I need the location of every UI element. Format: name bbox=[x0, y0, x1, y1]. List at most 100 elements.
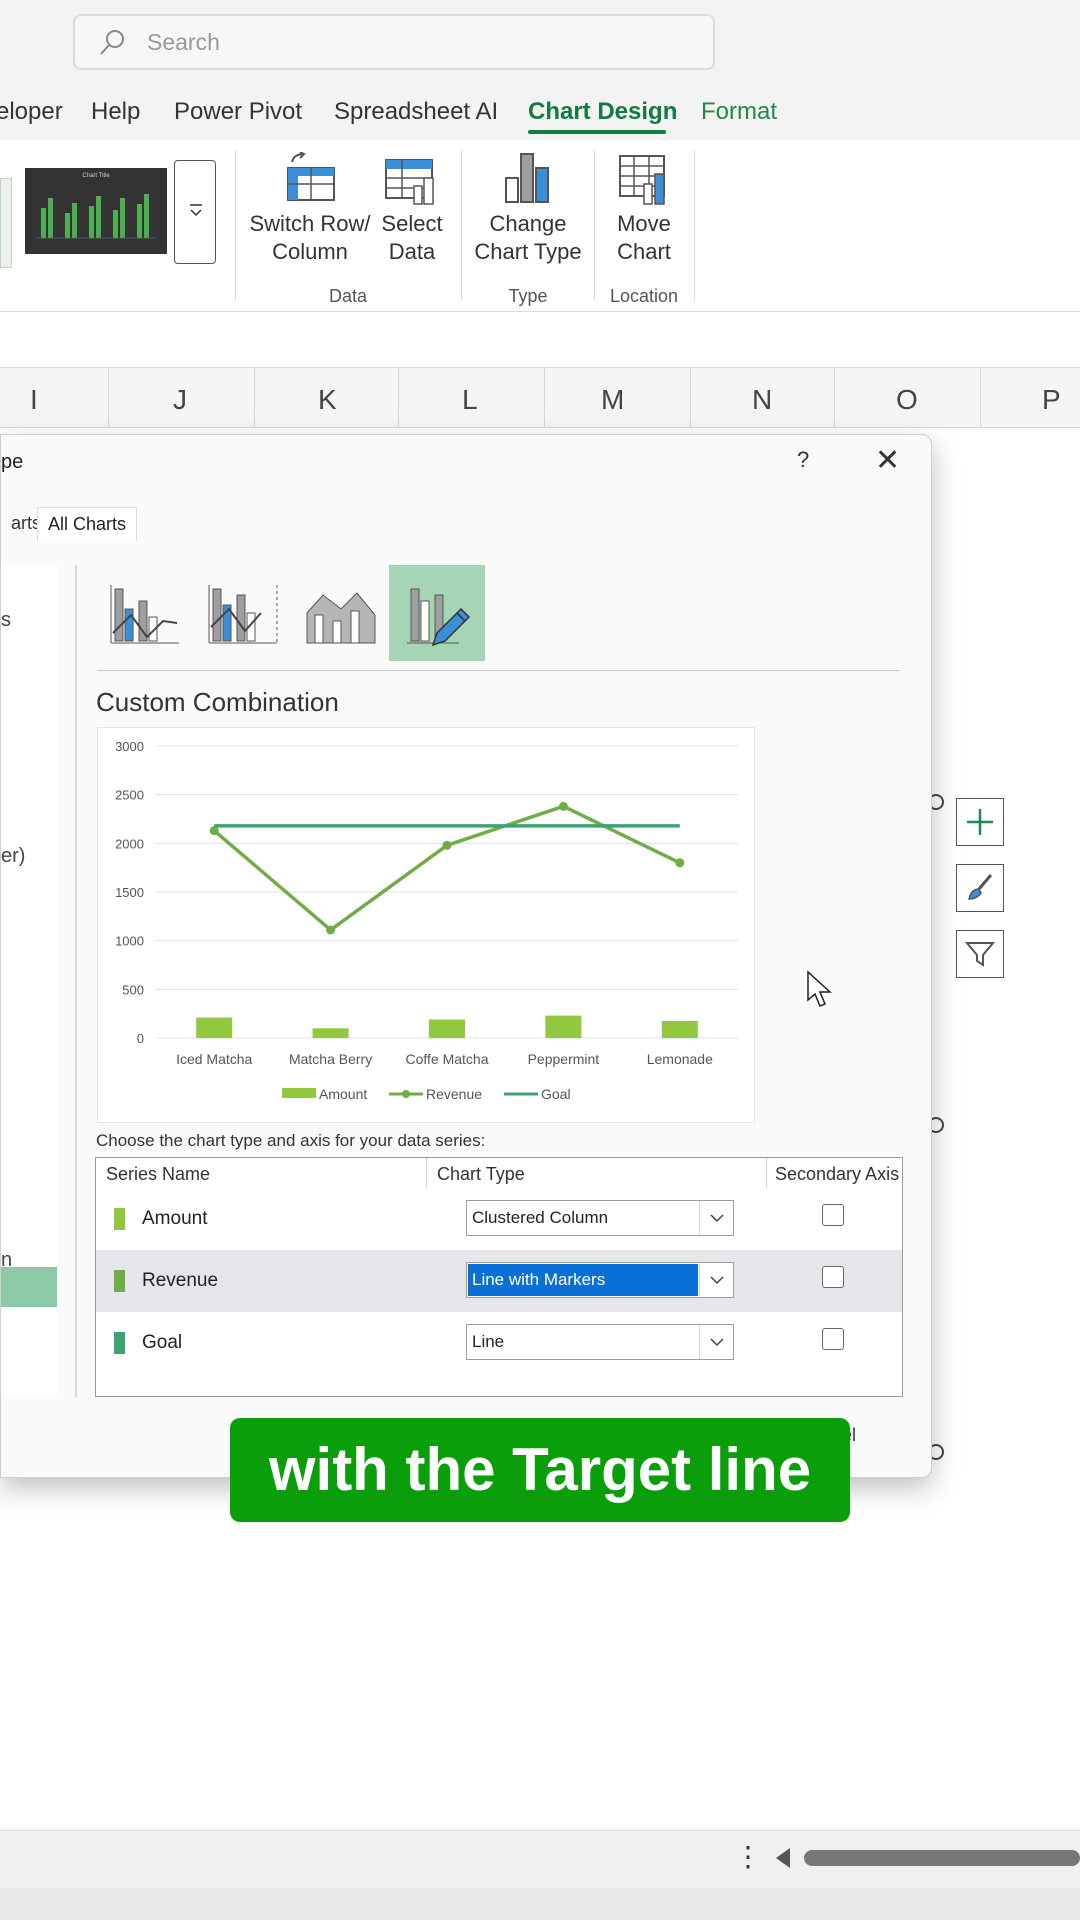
combo-clustered-column-line-thumb[interactable] bbox=[97, 565, 193, 661]
menu-developer[interactable]: eloper bbox=[0, 98, 63, 126]
menu-power-pivot[interactable]: Power Pivot bbox=[174, 98, 302, 126]
y-tick-label: 3000 bbox=[115, 739, 144, 754]
marker-revenue bbox=[326, 925, 336, 935]
chart-category-item[interactable]: s bbox=[1, 609, 11, 632]
select-data-label-1: Select bbox=[381, 211, 443, 236]
x-tick-label: Lemonade bbox=[647, 1051, 713, 1067]
bottom-strip bbox=[0, 1888, 1080, 1920]
menu-format[interactable]: Format bbox=[701, 98, 777, 126]
custom-combination-pencil-icon bbox=[407, 588, 471, 647]
series-color-swatch bbox=[114, 1332, 125, 1354]
chart-type-dropdown[interactable]: Line bbox=[466, 1324, 734, 1360]
bar-amount bbox=[661, 1020, 698, 1038]
mouse-cursor-icon bbox=[807, 970, 832, 1007]
legend-swatch bbox=[282, 1088, 316, 1098]
chart-category-selected[interactable] bbox=[1, 1267, 57, 1307]
tab-all-charts[interactable]: All Charts bbox=[37, 507, 138, 541]
chart-styles-button[interactable] bbox=[956, 864, 1004, 912]
chevron-down-icon bbox=[710, 1276, 724, 1285]
x-tick-label: Peppermint bbox=[528, 1051, 600, 1067]
series-color-swatch bbox=[114, 1270, 125, 1292]
plus-icon bbox=[967, 809, 993, 835]
legend-label: Revenue bbox=[426, 1086, 482, 1102]
help-button[interactable]: ? bbox=[797, 447, 809, 473]
series-name: Goal bbox=[142, 1332, 183, 1353]
table-row[interactable]: Revenue Line with Markers bbox=[96, 1250, 902, 1312]
change-chart-type-button[interactable]: Change Chart Type bbox=[470, 140, 586, 280]
chevron-down-icon bbox=[710, 1338, 724, 1347]
switch-row-column-button[interactable]: Switch Row/ Column bbox=[248, 140, 372, 310]
column-header-l[interactable]: L bbox=[462, 384, 478, 416]
secondary-axis-header: Secondary Axis bbox=[775, 1164, 900, 1184]
search-box[interactable]: Search bbox=[73, 14, 715, 70]
choose-chart-type-instructions: Choose the chart type and axis for your … bbox=[96, 1131, 486, 1150]
change-chart-type-dialog: pe ? ✕ arts All Charts s er) n nisker bbox=[0, 434, 932, 1478]
series-color-swatch bbox=[114, 1208, 125, 1230]
change-chart-type-icon bbox=[505, 153, 549, 203]
combo-chart-icon bbox=[110, 585, 179, 644]
chart-elements-button[interactable] bbox=[956, 798, 1004, 846]
menu-chart-design[interactable]: Chart Design bbox=[528, 98, 677, 126]
close-button[interactable]: ✕ bbox=[875, 443, 900, 478]
secondary-axis-checkbox[interactable] bbox=[822, 1204, 844, 1226]
chart-filters-button[interactable] bbox=[956, 930, 1004, 978]
column-header-j[interactable]: J bbox=[173, 384, 187, 416]
series-name-header: Series Name bbox=[106, 1164, 211, 1184]
video-caption: with the Target line bbox=[230, 1418, 850, 1522]
series-name: Revenue bbox=[142, 1270, 219, 1291]
column-header-p[interactable]: P bbox=[1042, 384, 1061, 416]
table-row[interactable]: Goal Line bbox=[96, 1312, 902, 1374]
chart-type-header: Chart Type bbox=[437, 1164, 525, 1184]
legend-label: Amount bbox=[319, 1086, 367, 1102]
move-chart-label-1: Move bbox=[617, 211, 671, 236]
expand-gallery-icon bbox=[190, 204, 202, 217]
custom-combination-thumb[interactable] bbox=[389, 565, 485, 661]
menu-help[interactable]: Help bbox=[91, 98, 140, 126]
custom-combination-title: Custom Combination bbox=[96, 687, 339, 717]
filter-icon bbox=[964, 942, 996, 967]
y-tick-label: 1500 bbox=[115, 885, 144, 900]
menu-spreadsheet-ai[interactable]: Spreadsheet AI bbox=[334, 98, 498, 126]
chart-type-value: Line with Markers bbox=[472, 1270, 606, 1289]
chart-style-thumb-title: Chart Title bbox=[82, 173, 110, 179]
marker-revenue bbox=[558, 801, 568, 811]
chart-category-item[interactable]: er) bbox=[1, 845, 25, 868]
x-tick-label: Matcha Berry bbox=[289, 1051, 372, 1067]
column-header-o[interactable]: O bbox=[896, 384, 918, 416]
formula-bar-area bbox=[0, 312, 1080, 368]
marker-revenue bbox=[675, 858, 685, 868]
combo-stacked-area-column-thumb[interactable] bbox=[293, 565, 389, 661]
select-data-button[interactable]: Select Data bbox=[376, 140, 448, 310]
ribbon: Chart Title Switch Row/ Column Select Da… bbox=[0, 140, 1080, 312]
horizontal-scrollbar-thumb[interactable] bbox=[804, 1850, 1080, 1866]
bar-amount bbox=[429, 1019, 465, 1038]
scroll-left-arrow-icon[interactable] bbox=[776, 1848, 790, 1868]
move-chart-button[interactable]: Move Chart bbox=[604, 140, 684, 280]
move-chart-icon bbox=[619, 155, 665, 205]
chart-type-dropdown[interactable]: Clustered Column bbox=[466, 1200, 734, 1236]
switch-row-column-icon bbox=[287, 152, 335, 201]
secondary-axis-checkbox[interactable] bbox=[822, 1266, 844, 1288]
bar-amount bbox=[545, 1015, 582, 1038]
column-header-k[interactable]: K bbox=[318, 384, 337, 416]
secondary-axis-checkbox[interactable] bbox=[822, 1328, 844, 1350]
series-name: Amount bbox=[142, 1208, 208, 1229]
location-group-label: Location bbox=[609, 286, 679, 306]
chart-type-dropdown[interactable]: Line with Markers bbox=[466, 1262, 734, 1298]
change-chart-type-label-2: Chart Type bbox=[474, 239, 582, 264]
y-tick-label: 2500 bbox=[115, 788, 144, 803]
chart-style-thumb-prev[interactable] bbox=[0, 178, 12, 268]
chart-styles-more-button[interactable] bbox=[174, 160, 216, 264]
switch-row-column-label-2: Column bbox=[272, 239, 348, 264]
select-data-label-2: Data bbox=[388, 239, 436, 264]
table-row[interactable]: Amount Clustered Column bbox=[96, 1188, 902, 1250]
column-header-m[interactable]: M bbox=[601, 384, 624, 416]
more-options-icon[interactable]: ⋮ bbox=[734, 1840, 762, 1873]
legend-label: Goal bbox=[541, 1086, 571, 1102]
column-header-i[interactable]: I bbox=[30, 384, 38, 416]
chart-style-thumb[interactable]: Chart Title bbox=[25, 168, 167, 254]
combo-clustered-column-line-secondary-thumb[interactable] bbox=[195, 565, 291, 661]
x-tick-label: Iced Matcha bbox=[176, 1051, 252, 1067]
column-header-n[interactable]: N bbox=[752, 384, 772, 416]
chevron-down-icon bbox=[710, 1214, 724, 1223]
